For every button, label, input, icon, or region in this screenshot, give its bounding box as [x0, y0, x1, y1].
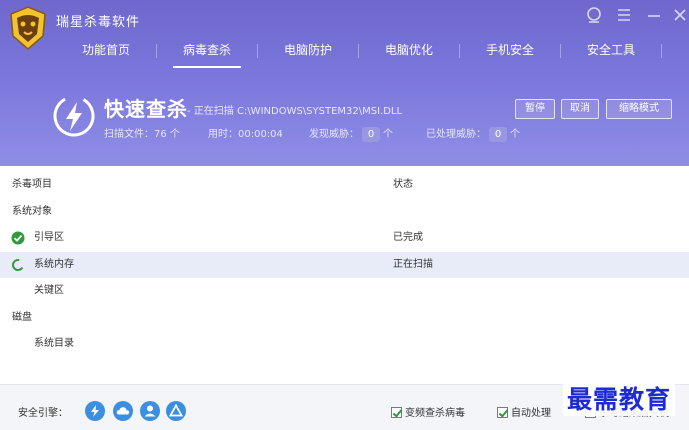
option-label: 自动处理 — [511, 408, 551, 419]
header-item: 杀毒项目 — [12, 179, 52, 190]
row-name: 系统内存 — [34, 258, 74, 270]
close-icon[interactable] — [670, 6, 689, 24]
tab-virus-scan[interactable]: 病毒查杀 — [157, 34, 257, 68]
row-name: 系统目录 — [34, 338, 74, 349]
scan-items-table: 杀毒项目 状态 系统对象 引导区 已完成 系统内存 正在扫描 关键区 磁盘 系统… — [0, 172, 689, 358]
menu-icon[interactable] — [614, 6, 634, 24]
row-status: 正在扫描 — [393, 258, 433, 270]
threats-handled: 已处理威胁： 0 个 — [426, 125, 520, 142]
table-row[interactable]: 系统内存 正在扫描 — [0, 251, 689, 278]
option-label: 变频查杀病毒 — [405, 408, 465, 419]
table-row[interactable]: 系统目录 — [0, 331, 689, 358]
row-name: 关键区 — [34, 285, 64, 296]
quick-scan-lightning-icon — [53, 95, 95, 137]
pause-button[interactable]: 暂停 — [515, 99, 555, 119]
checkbox-checked-icon — [391, 407, 402, 418]
scan-title: 快速查杀 — [104, 97, 188, 121]
lion-logo-icon — [10, 6, 46, 50]
spinner-icon — [12, 258, 24, 271]
checkbox-checked-icon — [497, 407, 508, 418]
cancel-button[interactable]: 取消 — [561, 99, 599, 119]
user-icon[interactable] — [140, 401, 160, 421]
row-name: 磁盘 — [12, 311, 32, 323]
threats-unit: 个 — [383, 129, 393, 140]
mini-mode-button[interactable]: 缩略模式 — [606, 99, 672, 119]
tab-home[interactable]: 功能首页 — [56, 34, 156, 68]
handled-label: 已处理威胁： — [426, 129, 486, 140]
files-scanned: 扫描文件：76 个 — [104, 129, 180, 140]
table-row[interactable]: 引导区 已完成 — [0, 225, 689, 252]
row-name: 引导区 — [34, 232, 64, 243]
handled-count-badge: 0 — [489, 127, 507, 142]
variable-frequency-scan-checkbox[interactable]: 变频查杀病毒 — [391, 404, 465, 419]
threats-found: 发现威胁： 0 个 — [309, 125, 393, 142]
tab-security-tools[interactable]: 安全工具 — [561, 34, 661, 68]
elapsed-time: 用时：00:00:04 — [208, 129, 283, 140]
table-header: 杀毒项目 状态 — [0, 172, 689, 199]
main-nav: 功能首页 病毒查杀 电脑防护 电脑优化 手机安全 安全工具 — [56, 34, 662, 68]
row-status: 已完成 — [393, 232, 423, 243]
threats-count-badge: 0 — [362, 127, 380, 142]
tab-mobile-security[interactable]: 手机安全 — [460, 34, 560, 68]
header-banner: 瑞星杀毒软件 功能首页 病毒查杀 电脑防护 电脑优化 手机安全 安全工具 快速查… — [0, 0, 689, 166]
auto-handle-checkbox[interactable]: 自动处理 — [497, 404, 551, 419]
table-row[interactable]: 关键区 — [0, 278, 689, 305]
user-center-icon[interactable] — [584, 6, 604, 24]
engine-label: 安全引擎： — [18, 408, 68, 419]
threats-label: 发现威胁： — [309, 129, 359, 140]
minimize-icon[interactable] — [644, 6, 664, 24]
check-icon — [11, 231, 25, 245]
lightning-icon[interactable] — [85, 401, 105, 421]
table-row[interactable]: 磁盘 — [0, 305, 689, 332]
table-row[interactable]: 系统对象 — [0, 199, 689, 226]
tab-protection[interactable]: 电脑防护 — [258, 34, 358, 68]
scan-current-file: - 正在扫描 C:\WINDOWS\SYSTEM32\MSI.DLL — [187, 106, 403, 117]
cloud-icon[interactable] — [113, 401, 133, 421]
row-name: 系统对象 — [12, 205, 52, 217]
handled-unit: 个 — [510, 129, 520, 140]
triangle-icon[interactable] — [166, 401, 186, 421]
tab-optimize[interactable]: 电脑优化 — [359, 34, 459, 68]
header-status: 状态 — [393, 179, 413, 190]
watermark-logo: 最需教育 — [563, 380, 676, 416]
app-title: 瑞星杀毒软件 — [56, 15, 141, 30]
nav-divider — [661, 44, 662, 58]
